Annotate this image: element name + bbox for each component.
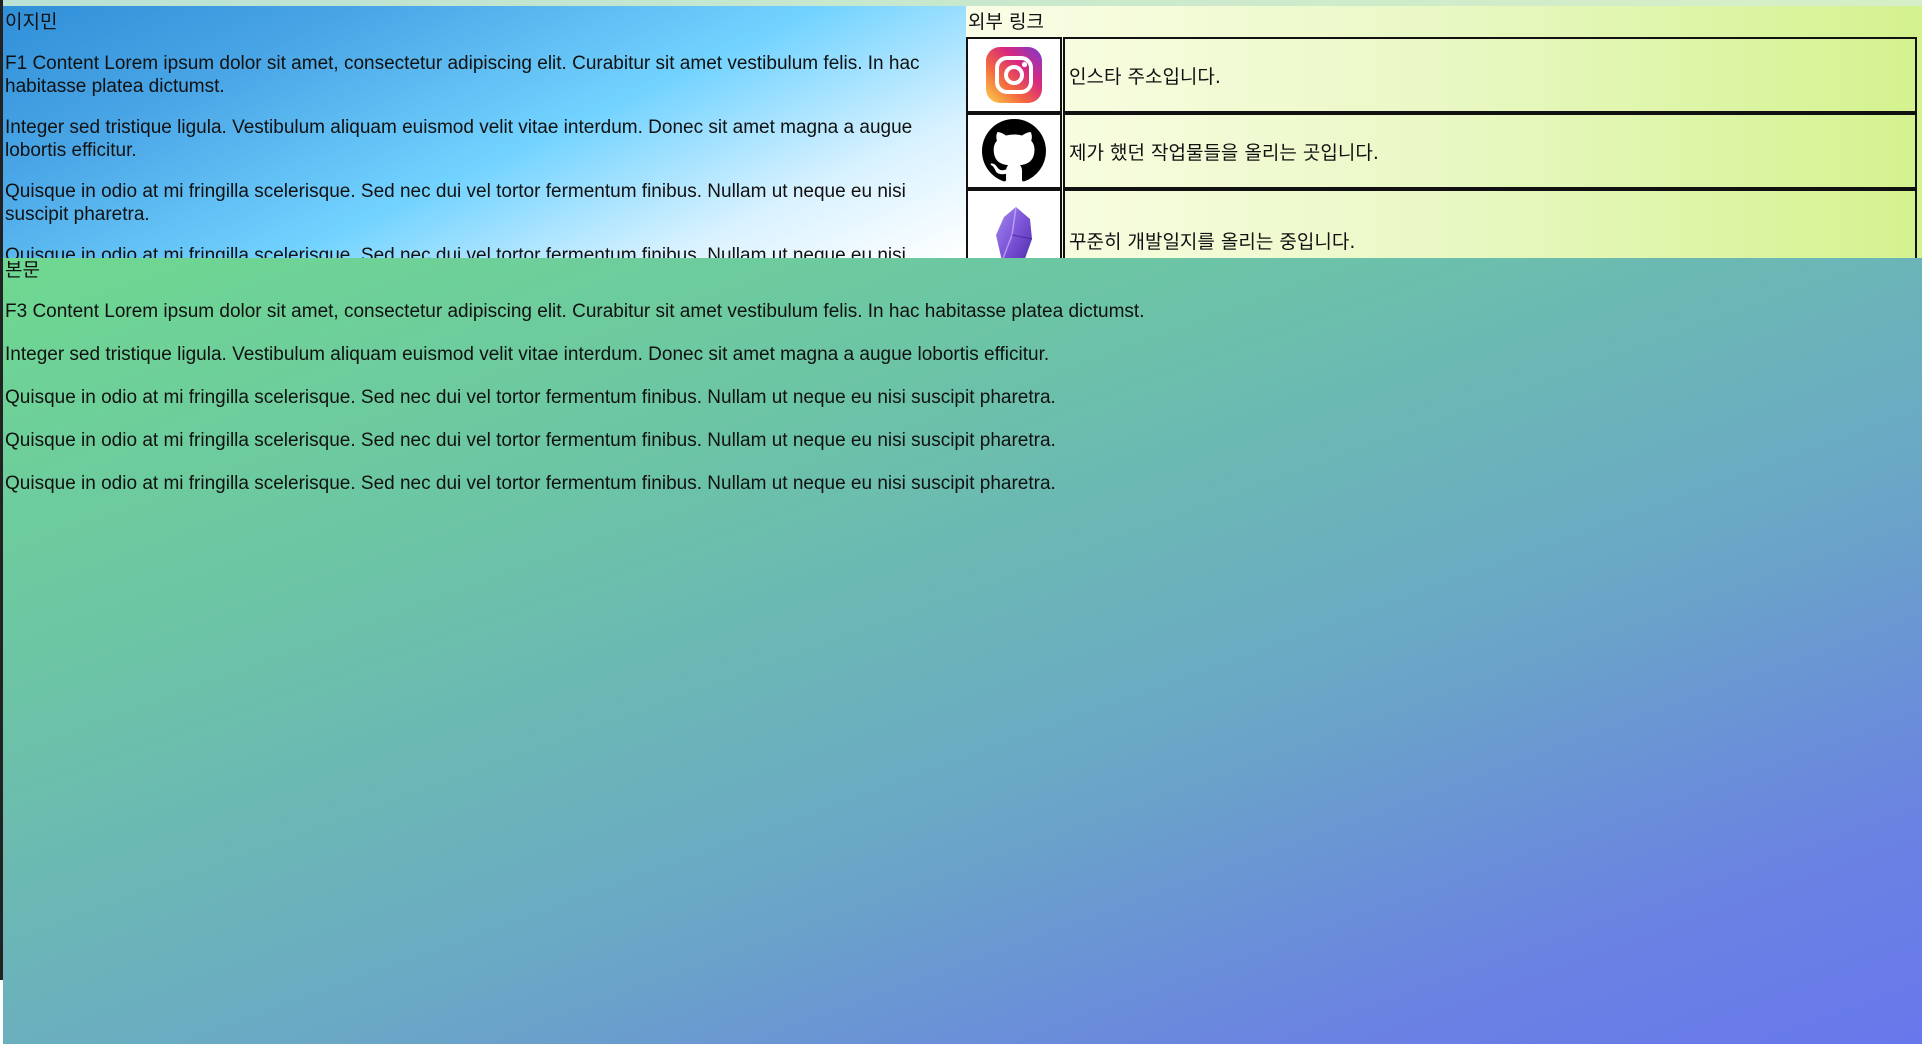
profile-paragraph: Quisque in odio at mi fringilla sceleris… — [5, 245, 906, 258]
page: 이지민 F1 Content Lorem ipsum dolor sit ame… — [0, 0, 1922, 1044]
main-paragraph: Integer sed tristique ligula. Vestibulum… — [5, 344, 1050, 365]
external-links-title: 외부 링크 — [968, 11, 1044, 33]
github-description: 제가 했던 작업물들을 올리는 곳입니다. — [1063, 113, 1917, 189]
obsidian-link[interactable] — [966, 189, 1062, 258]
instagram-icon — [986, 47, 1042, 103]
instagram-link[interactable] — [966, 37, 1062, 113]
instagram-description: 인스타 주소입니다. — [1063, 37, 1917, 113]
main-content-section: 본문 F3 Content Lorem ipsum dolor sit amet… — [3, 258, 1922, 1044]
profile-paragraph: Quisque in odio at mi fringilla sceleris… — [5, 181, 906, 225]
obsidian-icon — [996, 206, 1033, 258]
link-row-instagram[interactable]: 인스타 주소입니다. — [966, 37, 1922, 113]
obsidian-description: 꾸준히 개발일지를 올리는 중입니다. — [1063, 189, 1917, 258]
profile-paragraph: F1 Content Lorem ipsum dolor sit amet, c… — [5, 53, 920, 97]
profile-paragraph: Integer sed tristique ligula. Vestibulum… — [5, 117, 913, 161]
main-paragraph: Quisque in odio at mi fringilla sceleris… — [5, 473, 1056, 494]
external-links-table: 인스타 주소입니다. 제가 했던 작업물들을 올리는 곳입니다. 꾸준히 개발일… — [966, 37, 1922, 258]
github-icon — [982, 119, 1046, 182]
profile-title: 이지민 — [5, 11, 58, 33]
window-left-edge — [0, 0, 3, 980]
main-paragraph: Quisque in odio at mi fringilla sceleris… — [5, 430, 1056, 451]
link-row-github[interactable]: 제가 했던 작업물들을 올리는 곳입니다. — [966, 113, 1922, 189]
profile-section: 이지민 F1 Content Lorem ipsum dolor sit ame… — [3, 6, 966, 258]
external-links-section: 외부 링크 인스타 주소입니다. 제가 했던 작업물들을 올리는 곳입니다. 꾸… — [966, 6, 1922, 258]
link-row-obsidian[interactable]: 꾸준히 개발일지를 올리는 중입니다. — [966, 189, 1922, 258]
main-title: 본문 — [5, 259, 40, 281]
github-link[interactable] — [966, 113, 1062, 189]
main-paragraph: F3 Content Lorem ipsum dolor sit amet, c… — [5, 301, 1145, 322]
main-paragraph: Quisque in odio at mi fringilla sceleris… — [5, 387, 1056, 408]
